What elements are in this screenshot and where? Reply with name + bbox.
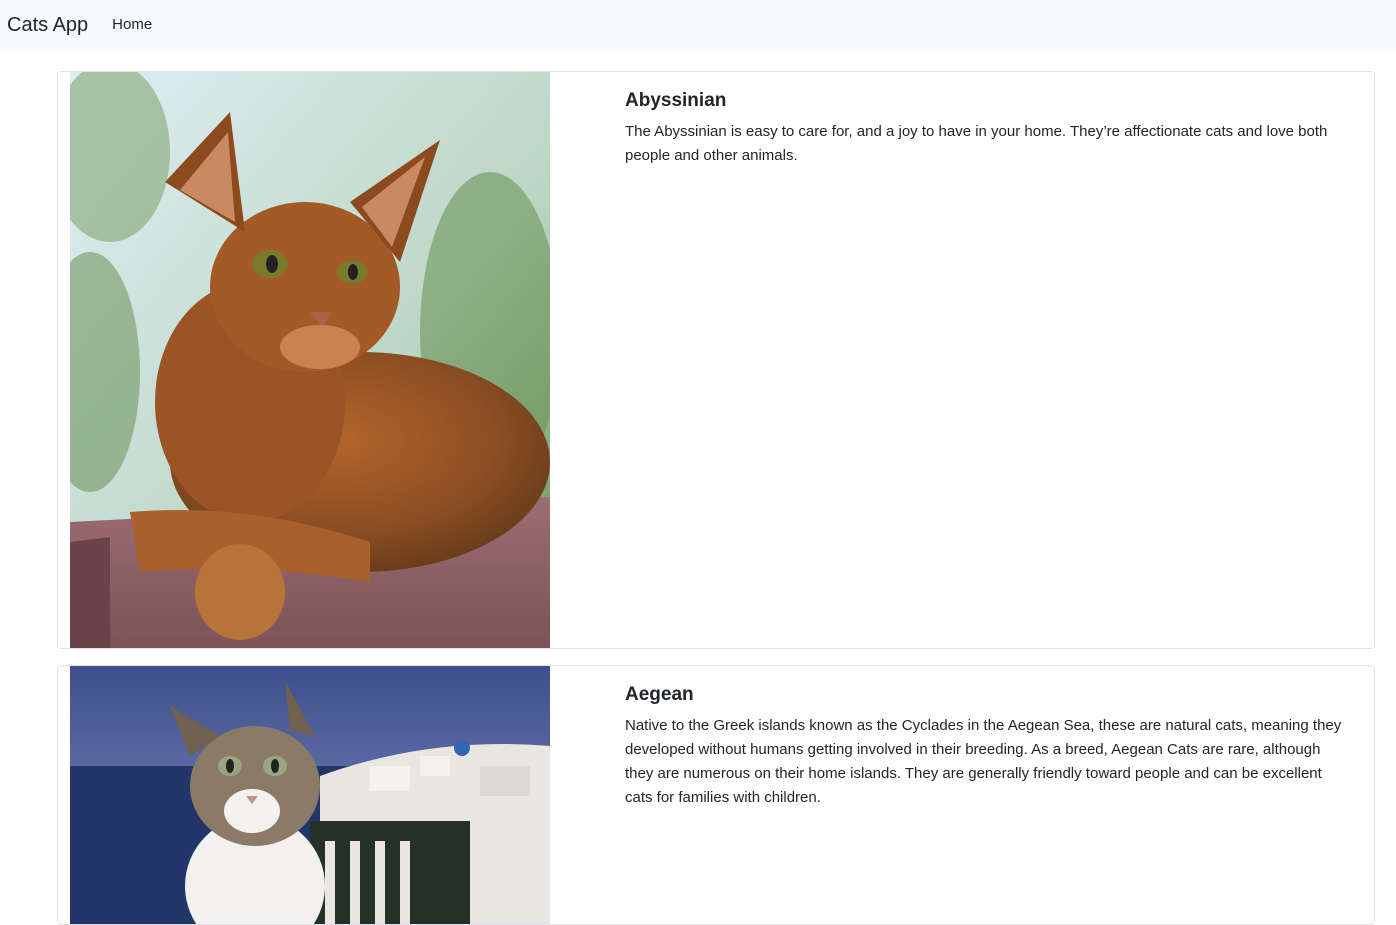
card-body: Aegean Native to the Greek islands known… — [625, 684, 1350, 810]
card-body: Abyssinian The Abyssinian is easy to car… — [625, 90, 1350, 168]
cat-name: Aegean — [625, 684, 694, 705]
abyssinian-cat-photo — [70, 72, 550, 648]
cat-description: Native to the Greek islands known as the… — [625, 717, 1342, 806]
cat-name: Abyssinian — [625, 90, 727, 111]
aegean-cat-photo — [70, 666, 550, 924]
navbar: Cats App Home — [0, 0, 1396, 49]
brand-link[interactable]: Cats App — [7, 15, 88, 35]
cat-card-abyssinian: Abyssinian The Abyssinian is easy to car… — [57, 71, 1375, 649]
nav-link-home[interactable]: Home — [112, 16, 152, 33]
cat-description: The Abyssinian is easy to care for, and … — [625, 123, 1328, 164]
cat-card-aegean: Aegean Native to the Greek islands known… — [57, 665, 1375, 925]
